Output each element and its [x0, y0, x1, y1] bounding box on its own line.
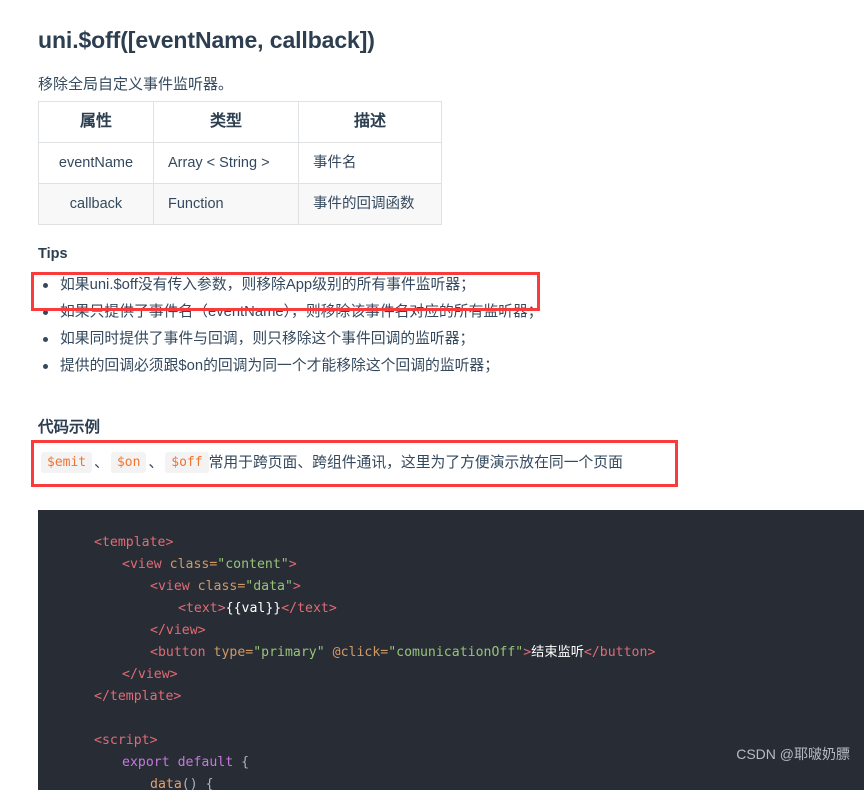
tip-text: 提供的回调必须跟$on的回调为同一个才能移除这个回调的监听器； [60, 358, 500, 374]
code-token-keyword: default [169, 755, 234, 771]
tip-text: 如果只提供了事件名（eventName），则移除该事件名对应的所有监听器； [60, 304, 543, 320]
page-title: uni.$off([eventName, callback]) [38, 27, 375, 54]
code-token-tag: > [523, 645, 532, 661]
code-token-tag: <view [122, 557, 170, 573]
code-token-attr: type= [213, 645, 254, 661]
cell-description: 事件的回调函数 [298, 183, 442, 225]
note-separator: 、 [94, 455, 109, 471]
code-token-tag: </view> [122, 667, 178, 683]
table-header-type: 类型 [153, 101, 299, 143]
code-token-tag: </text> [281, 601, 337, 617]
code-token-tag: <template> [94, 535, 174, 551]
code-token-punctuation: () { [181, 777, 214, 790]
inline-code-on: $on [110, 452, 147, 473]
code-line: <template> [38, 532, 864, 554]
cell-description: 事件名 [298, 142, 442, 184]
code-token-tag: <text> [178, 601, 226, 617]
inline-code-emit: $emit [41, 452, 93, 473]
table-header-attribute: 属性 [38, 101, 154, 143]
code-token-text: 结束监听 [531, 645, 584, 661]
code-token-string: "comunicationOff" [388, 645, 524, 661]
table-row: callback Function 事件的回调函数 [38, 183, 442, 225]
code-example-heading: 代码示例 [38, 419, 101, 436]
cell-type: Function [153, 183, 299, 225]
code-token-tag: <view [150, 579, 198, 595]
tip-text: 如果同时提供了事件与回调，则只移除这个事件回调的监听器； [60, 331, 475, 347]
code-token-string: "primary" [253, 645, 325, 661]
cell-type: Array < String > [153, 142, 299, 184]
code-line: </template> [38, 686, 864, 708]
cell-attribute: callback [38, 183, 154, 225]
code-token-keyword: export [122, 755, 170, 771]
code-token-tag: <script> [94, 733, 158, 749]
parameter-table: 属性 类型 描述 eventName Array < String > 事件名 … [38, 101, 442, 225]
code-token-attr: class= [169, 557, 218, 573]
note-text: 常用于跨页面、跨组件通讯，这里为了方便演示放在同一个页面 [208, 455, 623, 471]
note-separator: 、 [148, 455, 164, 471]
document-page: uni.$off([eventName, callback]) 移除全局自定义事… [0, 0, 864, 790]
code-token-tag: </button> [583, 645, 656, 661]
code-line: <text>{{val}}</text> [38, 598, 864, 620]
tips-list: 如果uni.$off没有传入参数，则移除App级别的所有事件监听器； 如果只提供… [38, 272, 638, 380]
code-token-string: "data" [245, 579, 293, 595]
list-item: 提供的回调必须跟$on的回调为同一个才能移除这个回调的监听器； [38, 353, 638, 380]
tip-text: 如果uni.$off没有传入参数，则移除App级别的所有事件监听器； [60, 277, 475, 293]
code-token-tag: <button [150, 645, 214, 661]
code-token-string: "content" [217, 557, 289, 573]
code-line: <button type="primary" @click="comunicat… [38, 642, 864, 664]
list-item: 如果只提供了事件名（eventName），则移除该事件名对应的所有监听器； [38, 299, 638, 326]
cell-attribute: eventName [38, 142, 154, 184]
code-token-attr: class= [197, 579, 246, 595]
code-line: <view class="content"> [38, 554, 864, 576]
inline-code-off: $off [165, 452, 209, 473]
list-item: 如果同时提供了事件与回调，则只移除这个事件回调的监听器； [38, 326, 638, 353]
code-token-function: data [150, 777, 182, 790]
code-token-punctuation: { [233, 755, 250, 771]
table-head: 属性 类型 描述 [38, 101, 442, 143]
code-line: </view> [38, 664, 864, 686]
code-token-tag: </template> [94, 689, 182, 705]
code-token-text: {{val}} [225, 601, 282, 617]
tips-heading: Tips [38, 246, 68, 262]
list-item: 如果uni.$off没有传入参数，则移除App级别的所有事件监听器； [38, 272, 638, 299]
code-token-tag: > [292, 579, 301, 595]
code-token-tag: > [288, 557, 297, 573]
code-line: </view> [38, 620, 864, 642]
table-body: eventName Array < String > 事件名 callback … [38, 142, 442, 225]
page-description: 移除全局自定义事件监听器。 [38, 76, 234, 93]
code-example-note: $emit、 $on、 $off 常用于跨页面、跨组件通讯，这里为了方便演示放在同一个… [41, 452, 623, 475]
code-token-tag: </view> [150, 623, 206, 639]
table-row: eventName Array < String > 事件名 [38, 142, 442, 184]
code-line: <view class="data"> [38, 576, 864, 598]
table-header-row: 属性 类型 描述 [38, 101, 442, 143]
table-header-description: 描述 [298, 101, 442, 143]
watermark: CSDN @耶啵奶膘 [736, 746, 850, 762]
code-token-attr: @click= [324, 645, 389, 661]
